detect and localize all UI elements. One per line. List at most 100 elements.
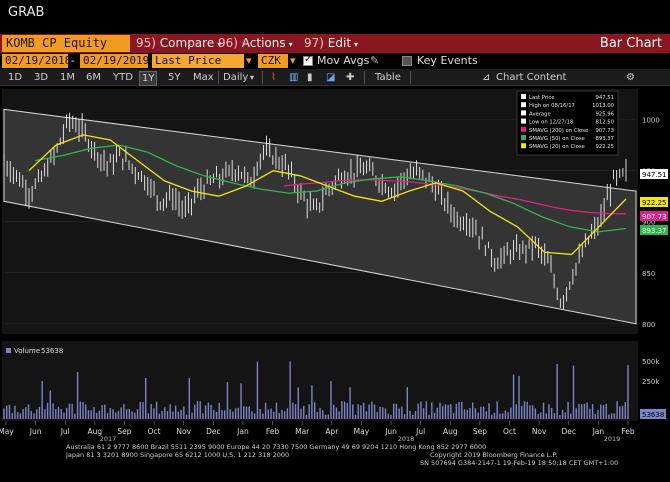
legend-value: 812.50 — [595, 120, 614, 126]
x-tick-label: May — [0, 427, 14, 436]
x-tick-label: Jan — [592, 427, 605, 436]
date-separator: - — [71, 54, 75, 67]
year-label: 2017 — [100, 435, 117, 443]
x-tick-label: Dec — [206, 427, 221, 436]
window-titlebar: GRAB — [0, 0, 670, 30]
edit-menu[interactable]: 97) Edit ▾ — [304, 36, 358, 50]
sma200-badge: 907.73 — [640, 211, 668, 221]
volume-tick-label: 250k — [642, 378, 660, 386]
x-tick-label: Sep — [473, 427, 487, 436]
tab-ytd[interactable]: YTD — [113, 71, 133, 84]
x-tick-label: Mar — [295, 427, 310, 436]
pencil-icon[interactable]: ✎ — [370, 54, 379, 68]
chevron-down-icon[interactable]: ▾ — [246, 54, 252, 68]
date-bar: 02/19/2018 - 02/19/2019 Last Price ▾ CZK… — [0, 53, 670, 69]
key-events-label: Key Events — [417, 54, 478, 67]
tab-1y[interactable]: 1Y — [139, 71, 158, 86]
compare-menu[interactable]: 95) Compare ▾ — [136, 36, 221, 50]
volume-label-text: Volume — [14, 347, 40, 355]
legend-swatch — [521, 126, 526, 132]
last-price-badge-text: 947.51 — [642, 171, 667, 179]
legend-swatch — [521, 94, 526, 99]
last-price-badge: 947.51 — [640, 169, 668, 179]
chart-content-icon[interactable]: ⊿ — [482, 71, 490, 84]
chevron-down-icon: ▾ — [354, 40, 359, 49]
x-tick-label: Oct — [148, 427, 161, 436]
price-field-select[interactable]: Last Price — [152, 54, 244, 68]
x-tick-label: May — [354, 427, 370, 436]
tab-max[interactable]: Max — [193, 71, 214, 84]
legend-label: SMAVG (20) on Close — [529, 144, 585, 150]
volume-tick-label: 500k — [642, 358, 660, 366]
sma20-badge-text: 922.25 — [642, 199, 667, 207]
volume-badge: 53638 — [640, 409, 666, 419]
x-tick-label: Jul — [60, 427, 70, 436]
legend-value: 907.73 — [595, 128, 614, 134]
chevron-down-icon[interactable]: ▾ — [250, 71, 254, 84]
divider — [218, 71, 219, 84]
x-tick-label: Jun — [29, 427, 42, 436]
range-tabbar: 1D 3D 1M 6M YTD 1Y 5Y Max Daily ▾ ⌇ ▥ ▮ … — [0, 69, 670, 86]
y-tick-label: 800 — [642, 321, 655, 329]
compare-menu-label: Compare — [159, 36, 215, 50]
draw-tool-icon[interactable]: ✚ — [346, 71, 354, 84]
tab-5y[interactable]: 5Y — [168, 71, 180, 84]
edit-menu-number: 97) — [304, 36, 324, 50]
x-tick-label: Jun — [384, 427, 397, 436]
y-tick-label: 850 — [642, 270, 655, 278]
gear-icon[interactable]: ⚙ — [626, 71, 635, 84]
x-tick-label: Dec — [562, 427, 577, 436]
actions-menu[interactable]: 96) Actions ▾ — [218, 36, 293, 50]
volume-badge-text: 53638 — [642, 411, 664, 419]
legend-label: Low on 12/27/18 — [529, 120, 574, 126]
candle-chart-icon[interactable]: ▮ — [307, 71, 313, 84]
mov-avgs-checkbox[interactable] — [303, 54, 313, 66]
footer-line-4: SN 507694 G384-2147-1 19-Feb-19 18:50:18… — [420, 459, 618, 467]
legend-label: Last Price — [529, 95, 555, 101]
y-tick-label: 1000 — [642, 117, 660, 125]
chart-area[interactable]: 8008509009501000 Last Price947.51High on… — [0, 87, 670, 482]
divider — [364, 71, 365, 84]
legend-swatch — [521, 118, 526, 124]
x-tick-label: Nov — [176, 427, 191, 436]
frequency-select[interactable]: Daily — [223, 71, 248, 84]
volume-label-value: 53638 — [41, 347, 63, 355]
legend-swatch — [521, 110, 526, 116]
sma50-badge-text: 893.37 — [642, 227, 667, 235]
command-bar: KOMB CP Equity 95) Compare ▾ 96) Actions ▾… — [0, 34, 670, 53]
divider — [262, 71, 263, 84]
key-events-checkbox[interactable] — [402, 56, 412, 66]
legend-value: 1013.00 — [592, 103, 615, 109]
chevron-down-icon[interactable]: ▾ — [290, 54, 296, 68]
tab-1d[interactable]: 1D — [8, 71, 22, 84]
currency-select[interactable]: CZK — [258, 54, 288, 68]
tab-1m[interactable]: 1M — [60, 71, 75, 84]
legend-value: 925.96 — [595, 111, 614, 117]
area-chart-icon[interactable]: ◪ — [326, 71, 335, 84]
legend-label: High on 08/16/17 — [529, 103, 575, 109]
x-tick-label: Aug — [443, 427, 458, 436]
table-button[interactable]: Table — [375, 71, 401, 84]
actions-menu-label: Actions — [241, 36, 286, 50]
chart-type-title: Bar Chart — [599, 36, 662, 51]
footer-line-1: Australia 61 2 9777 8600 Brazil 5511 239… — [66, 443, 486, 451]
sma50-badge: 893.37 — [640, 225, 668, 235]
legend: Last Price 947.51 High on 08/16/17 1013.00 A… — [516, 90, 619, 156]
bar-chart-icon[interactable]: ▥ — [289, 71, 298, 84]
line-chart-icon[interactable]: ⌇ — [271, 71, 276, 84]
price-chart[interactable]: 8008509009501000 Last Price947.51High on… — [0, 87, 670, 482]
start-date-field[interactable]: 02/19/2018 — [2, 54, 71, 68]
legend-label: SMAVG (200) on Close — [529, 128, 588, 134]
legend-label: Average — [529, 111, 551, 117]
chart-content-button[interactable]: Chart Content — [496, 71, 566, 84]
sma20-badge: 922.25 — [640, 197, 668, 207]
legend-swatch — [521, 143, 526, 149]
end-date-field[interactable]: 02/19/2019 — [80, 54, 149, 68]
legend-value: 893.37 — [595, 136, 614, 142]
x-tick-label: Jul — [415, 427, 425, 436]
tab-6m[interactable]: 6M — [86, 71, 101, 84]
sma200-badge-text: 907.73 — [642, 213, 667, 221]
year-label: 2018 — [398, 435, 415, 443]
tab-3d[interactable]: 3D — [34, 71, 48, 84]
ticker-field[interactable]: KOMB CP Equity — [2, 35, 130, 52]
